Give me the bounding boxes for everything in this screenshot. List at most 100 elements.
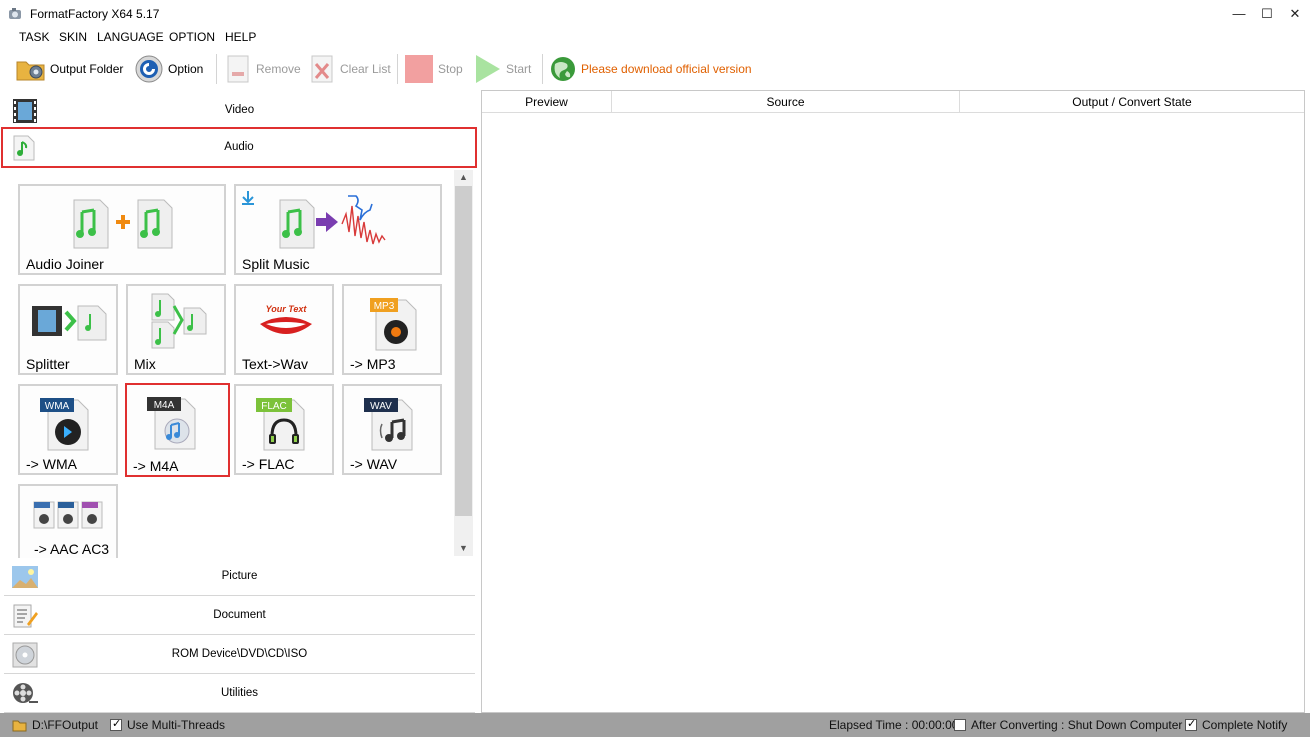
option-label: Option <box>168 62 204 76</box>
download-arrow-icon <box>242 191 254 205</box>
flac-badge: FLAC <box>261 401 287 412</box>
column-output-state[interactable]: Output / Convert State <box>960 91 1304 113</box>
tile-to-aac-ac3[interactable]: -> AAC AC3 <box>18 484 118 560</box>
complete-notify-checkbox[interactable]: Complete Notify <box>1185 717 1288 732</box>
tile-mix[interactable]: Mix <box>126 284 226 375</box>
app-icon <box>9 8 21 19</box>
toolbar-separator <box>216 54 217 84</box>
remove-label: Remove <box>256 62 301 76</box>
tile-text-to-wav[interactable]: Your Text Text->Wav <box>234 284 334 375</box>
scroll-thumb[interactable] <box>455 186 472 516</box>
tile-splitter[interactable]: Splitter <box>18 284 118 375</box>
wma-badge: WMA <box>45 401 70 412</box>
splitter-label: Splitter <box>26 356 70 372</box>
menu-help[interactable]: HELP <box>225 30 256 44</box>
mp3-badge: MP3 <box>374 301 395 312</box>
folder-icon <box>16 61 45 81</box>
category-utilities[interactable]: Utilities <box>4 675 475 713</box>
start-button[interactable]: Start <box>474 52 531 86</box>
your-text-badge: Your Text <box>266 304 308 314</box>
to-wav-label: -> WAV <box>350 456 398 472</box>
tile-to-wav[interactable]: WAV -> WAV <box>342 384 442 475</box>
category-video-label: Video <box>224 104 255 116</box>
maximize-button[interactable]: ☐ <box>1252 4 1282 24</box>
output-folder-button[interactable]: Output Folder <box>16 52 123 86</box>
category-picture-label: Picture <box>221 570 258 582</box>
column-preview[interactable]: Preview <box>482 91 612 113</box>
category-utilities-label: Utilities <box>220 687 259 699</box>
category-audio-label: Audio <box>224 141 254 153</box>
shutdown-check-icon[interactable] <box>954 719 966 731</box>
menu-option[interactable]: OPTION <box>169 30 215 44</box>
option-button[interactable]: Option <box>134 52 203 86</box>
download-notice-text: Please download official version <box>581 62 752 76</box>
toolbar-separator <box>397 54 398 84</box>
category-document-label: Document <box>213 609 266 621</box>
mix-label: Mix <box>134 356 156 372</box>
audio-joiner-icon <box>73 199 173 249</box>
tile-to-wma[interactable]: WMA -> WMA <box>18 384 118 475</box>
download-notice-link[interactable]: Please download official version <box>549 52 752 86</box>
clear-list-label: Clear List <box>340 62 391 76</box>
multi-threads-label: Use Multi-Threads <box>127 718 226 732</box>
grid-scrollbar[interactable]: ▲ ▼ <box>454 170 473 556</box>
scroll-down-arrow-icon[interactable]: ▼ <box>459 543 468 553</box>
close-button[interactable]: ✕ <box>1280 4 1310 24</box>
menu-language[interactable]: LANGUAGE <box>97 30 164 44</box>
remove-button[interactable]: Remove <box>224 52 301 86</box>
stop-button[interactable]: Stop <box>404 52 463 86</box>
menu-skin[interactable]: SKIN <box>59 30 87 44</box>
output-path[interactable]: D:\FFOutput <box>12 718 98 732</box>
start-label: Start <box>506 62 532 76</box>
remove-icon <box>227 55 249 83</box>
tile-audio-joiner[interactable]: Audio Joiner <box>18 184 226 275</box>
toolbar: Output Folder Option Remove Clear List S… <box>0 50 1310 90</box>
category-rom-device[interactable]: ROM Device\DVD\CD\ISO <box>4 636 475 674</box>
complete-notify-check-icon[interactable] <box>1185 717 1197 731</box>
shutdown-checkbox[interactable]: After Converting : Shut Down Computer <box>954 718 1182 732</box>
start-play-icon <box>476 55 500 83</box>
to-mp3-label: -> MP3 <box>350 356 396 372</box>
wma-icon: WMA <box>40 398 89 451</box>
mp3-icon: MP3 <box>370 298 417 351</box>
tile-split-music[interactable]: Split Music <box>234 184 442 275</box>
category-video[interactable]: Video <box>4 92 475 130</box>
clear-list-icon <box>311 55 333 83</box>
audio-tools-grid: Audio Joiner Split Music Splitter Mix Yo… <box>4 170 475 560</box>
column-source[interactable]: Source <box>612 91 960 113</box>
m4a-icon: M4A <box>147 397 196 450</box>
mix-icon <box>151 293 207 349</box>
globe-icon <box>551 57 575 81</box>
wav-icon: WAV <box>364 398 413 451</box>
category-panel: Video Audio Audio Joiner Split Music Spl… <box>0 90 478 713</box>
status-bar: D:\FFOutput Use Multi-Threads Elapsed Ti… <box>0 713 1310 737</box>
tile-to-m4a[interactable]: M4A -> M4A <box>125 383 230 477</box>
category-audio[interactable]: Audio <box>1 127 477 168</box>
category-document[interactable]: Document <box>4 597 475 635</box>
split-music-label: Split Music <box>242 256 310 272</box>
menu-task[interactable]: TASK <box>19 30 49 44</box>
complete-notify-label: Complete Notify <box>1202 718 1288 732</box>
tile-to-flac[interactable]: FLAC -> FLAC <box>234 384 334 475</box>
multi-threads-checkbox[interactable]: Use Multi-Threads <box>110 717 226 732</box>
split-music-icon <box>279 195 386 249</box>
text-to-wav-label: Text->Wav <box>242 356 308 372</box>
wav-badge: WAV <box>370 401 392 412</box>
stop-label: Stop <box>438 62 463 76</box>
to-wma-label: -> WMA <box>26 456 77 472</box>
stop-icon <box>405 55 433 83</box>
category-rom-label: ROM Device\DVD\CD\ISO <box>171 648 308 660</box>
elapsed-time-text: Elapsed Time : 00:00:00 <box>829 718 959 732</box>
aac-ac3-icon <box>33 501 103 529</box>
category-picture[interactable]: Picture <box>4 558 475 596</box>
output-folder-label: Output Folder <box>50 62 124 76</box>
window-title: FormatFactory X64 5.17 <box>30 7 160 21</box>
clear-list-button[interactable]: Clear List <box>308 52 391 86</box>
scroll-up-arrow-icon[interactable]: ▲ <box>459 172 468 182</box>
m4a-badge: M4A <box>154 400 175 411</box>
tile-to-mp3[interactable]: MP3 -> MP3 <box>342 284 442 375</box>
to-aac-ac3-label: -> AAC AC3 <box>34 541 110 557</box>
to-flac-label: -> FLAC <box>242 456 295 472</box>
multi-threads-check-icon[interactable] <box>110 717 122 731</box>
minimize-button[interactable]: — <box>1224 4 1254 24</box>
